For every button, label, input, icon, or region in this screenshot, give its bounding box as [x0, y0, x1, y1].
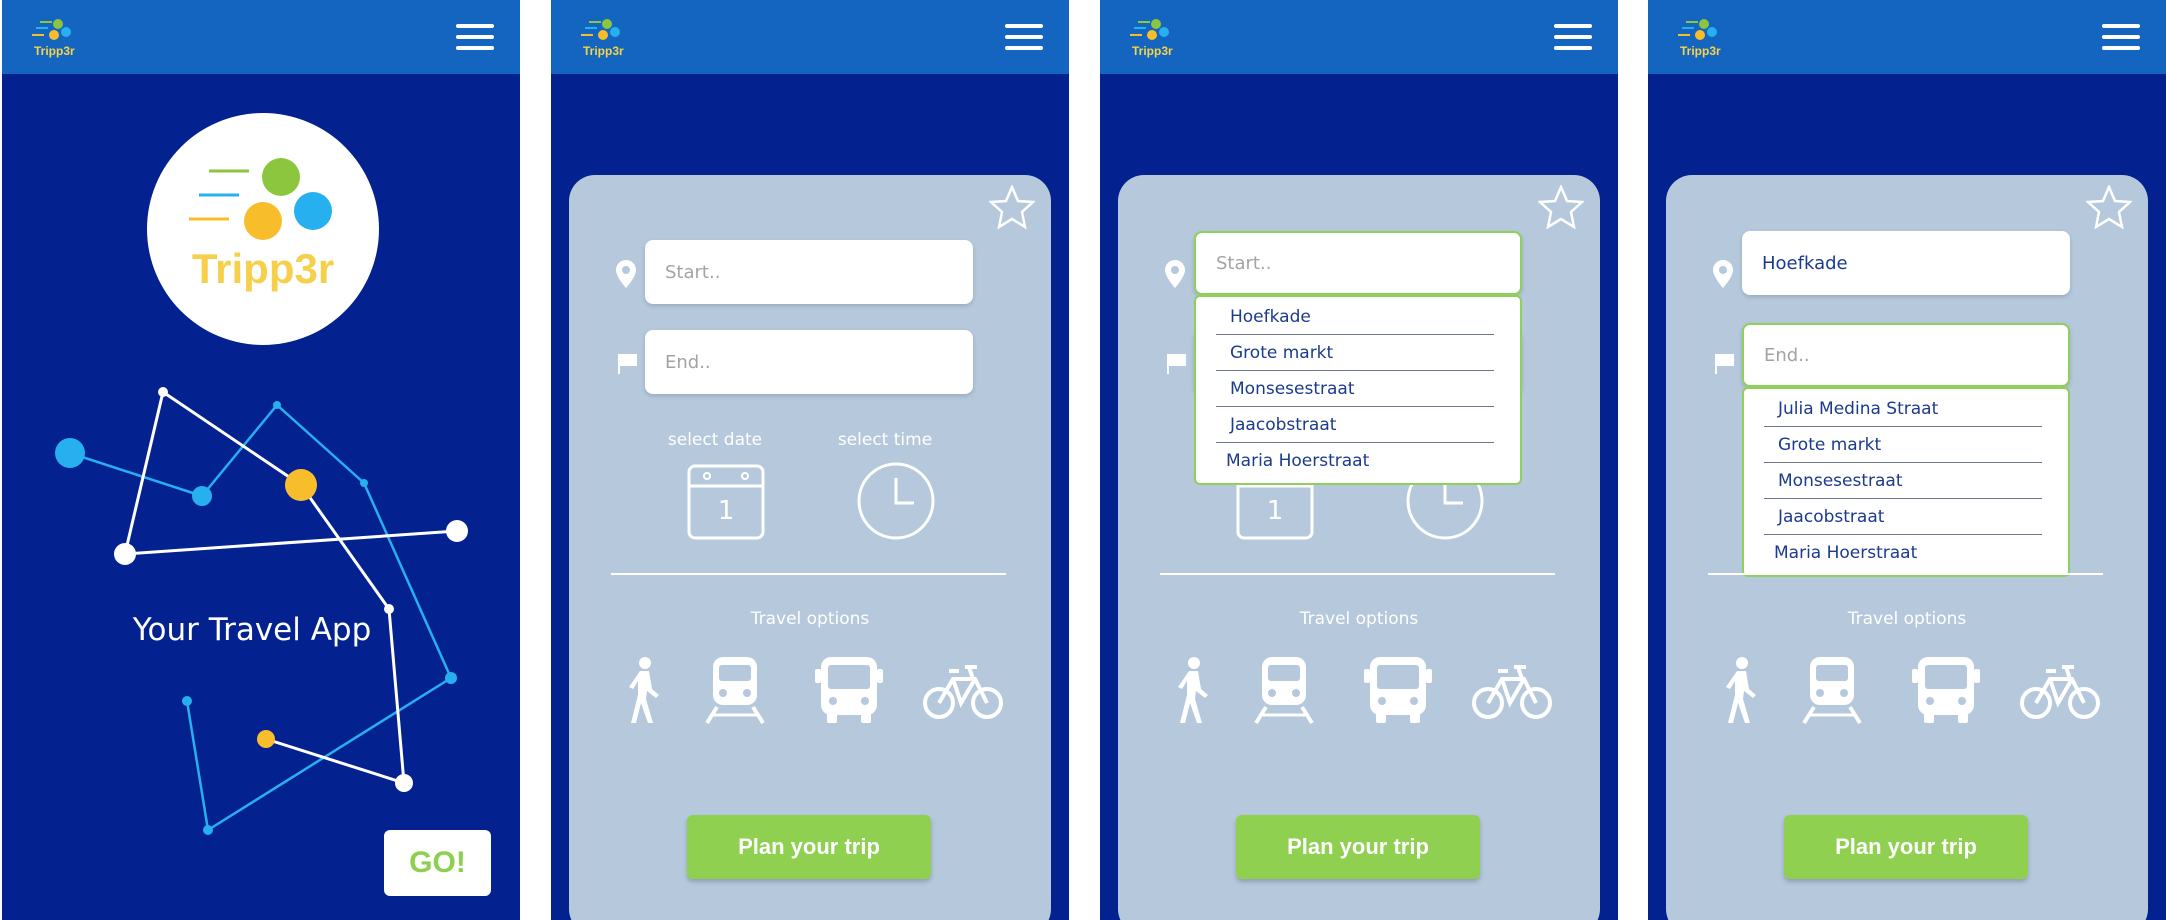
- suggestion-item[interactable]: Julia Medina Straat: [1764, 391, 2042, 427]
- train-icon[interactable]: [1802, 655, 1862, 725]
- suggestion-item[interactable]: Hoefkade: [1216, 299, 1494, 335]
- train-icon[interactable]: [705, 655, 765, 725]
- location-pin-icon: [1713, 260, 1733, 288]
- select-time-label: select time: [837, 430, 933, 450]
- travel-options-label: Travel options: [1847, 609, 1967, 629]
- travel-options-label: Travel options: [750, 609, 870, 629]
- location-pin-icon: [616, 260, 636, 288]
- bike-icon[interactable]: [2020, 655, 2100, 725]
- splash-screen: Tripp3r Tripp3r Your Travel App GO!: [2, 0, 520, 920]
- route-network-illustration: [55, 387, 468, 835]
- go-button[interactable]: GO!: [384, 830, 491, 896]
- logo-dots-icon: [189, 158, 332, 240]
- plan-trip-button[interactable]: Plan your trip: [687, 815, 931, 879]
- favorite-star-icon[interactable]: [2086, 185, 2132, 229]
- top-bar: Tripp3r: [551, 0, 1069, 74]
- logo-mark-icon: [1130, 19, 1169, 40]
- brand-name: Tripp3r: [34, 44, 75, 58]
- suggestion-item[interactable]: Jaacobstraat: [1764, 499, 2042, 535]
- start-suggestions-dropdown: Hoefkade Grote markt Monsesestraat Jaaco…: [1194, 295, 1522, 485]
- planner-screen: Tripp3r Start.. End.. select date select…: [551, 0, 1069, 920]
- brand-logo[interactable]: Tripp3r: [1128, 16, 1188, 60]
- end-input[interactable]: End..: [645, 330, 973, 394]
- hamburger-menu-icon[interactable]: [456, 24, 494, 52]
- calendar-day: 1: [1266, 496, 1284, 526]
- suggestion-item[interactable]: Grote markt: [1216, 335, 1494, 371]
- start-input[interactable]: Hoefkade: [1742, 231, 2070, 295]
- hamburger-menu-icon[interactable]: [1554, 24, 1592, 52]
- brand-logo[interactable]: Tripp3r: [30, 16, 90, 60]
- brand-logo[interactable]: Tripp3r: [1676, 16, 1736, 60]
- clock-icon[interactable]: [857, 462, 935, 540]
- start-input[interactable]: Start..: [1194, 231, 1522, 295]
- trip-planner-card: Start.. End.. select date select time 1 …: [569, 175, 1051, 920]
- planner-end-suggestions-screen: Tripp3r Hoefkade End.. Julia Medina Stra…: [1648, 0, 2166, 920]
- logo-mark-icon: [32, 19, 71, 40]
- walk-icon[interactable]: [623, 655, 663, 725]
- start-input[interactable]: Start..: [645, 240, 973, 304]
- section-divider: [611, 573, 1006, 575]
- travel-options-label: Travel options: [1299, 609, 1419, 629]
- plan-trip-button[interactable]: Plan your trip: [1236, 815, 1480, 879]
- brand-name: Tripp3r: [1680, 44, 1721, 58]
- calendar-icon[interactable]: 1: [687, 462, 765, 540]
- suggestion-item[interactable]: Maria Hoerstraat: [1764, 535, 2042, 571]
- section-divider: [1708, 573, 2103, 575]
- location-pin-icon: [1165, 260, 1185, 288]
- plan-trip-button[interactable]: Plan your trip: [1784, 815, 2028, 879]
- bus-icon[interactable]: [813, 655, 885, 725]
- favorite-star-icon[interactable]: [1538, 185, 1584, 229]
- app-logo: Tripp3r: [147, 113, 379, 345]
- favorite-star-icon[interactable]: [989, 185, 1035, 229]
- brand-name: Tripp3r: [1132, 44, 1173, 58]
- destination-flag-icon: [618, 354, 637, 374]
- brand-logo[interactable]: Tripp3r: [579, 16, 639, 60]
- logo-mark-icon: [581, 19, 620, 40]
- planner-start-suggestions-screen: Tripp3r Start.. End.. 1 H: [1100, 0, 1618, 920]
- hamburger-menu-icon[interactable]: [1005, 24, 1043, 52]
- suggestion-item[interactable]: Grote markt: [1764, 427, 2042, 463]
- suggestion-item[interactable]: Monsesestraat: [1764, 463, 2042, 499]
- trip-planner-card: Start.. End.. 1 Hoefkade Grote markt Mon…: [1118, 175, 1600, 920]
- end-suggestions-dropdown: Julia Medina Straat Grote markt Monseses…: [1742, 387, 2070, 577]
- destination-flag-icon: [1715, 354, 1734, 374]
- train-icon[interactable]: [1254, 655, 1314, 725]
- top-bar: Tripp3r: [2, 0, 520, 74]
- walk-icon[interactable]: [1720, 655, 1760, 725]
- top-bar: Tripp3r: [1648, 0, 2166, 74]
- bus-icon[interactable]: [1910, 655, 1982, 725]
- section-divider: [1160, 573, 1555, 575]
- top-bar: Tripp3r: [1100, 0, 1618, 74]
- suggestion-item[interactable]: Maria Hoerstraat: [1216, 443, 1494, 479]
- logo-mark-icon: [1678, 19, 1717, 40]
- destination-flag-icon: [1167, 354, 1186, 374]
- trip-planner-card: Hoefkade End.. Julia Medina Straat Grote…: [1666, 175, 2148, 920]
- calendar-day: 1: [717, 496, 735, 526]
- suggestion-item[interactable]: Jaacobstraat: [1216, 407, 1494, 443]
- select-date-label: select date: [667, 430, 763, 450]
- brand-name: Tripp3r: [583, 44, 624, 58]
- bus-icon[interactable]: [1362, 655, 1434, 725]
- suggestion-item[interactable]: Monsesestraat: [1216, 371, 1494, 407]
- walk-icon[interactable]: [1172, 655, 1212, 725]
- tagline: Your Travel App: [132, 612, 372, 648]
- end-input[interactable]: End..: [1742, 323, 2070, 387]
- logo-text: Tripp3r: [191, 245, 335, 292]
- hamburger-menu-icon[interactable]: [2102, 24, 2140, 52]
- bike-icon[interactable]: [1472, 655, 1552, 725]
- bike-icon[interactable]: [923, 655, 1003, 725]
